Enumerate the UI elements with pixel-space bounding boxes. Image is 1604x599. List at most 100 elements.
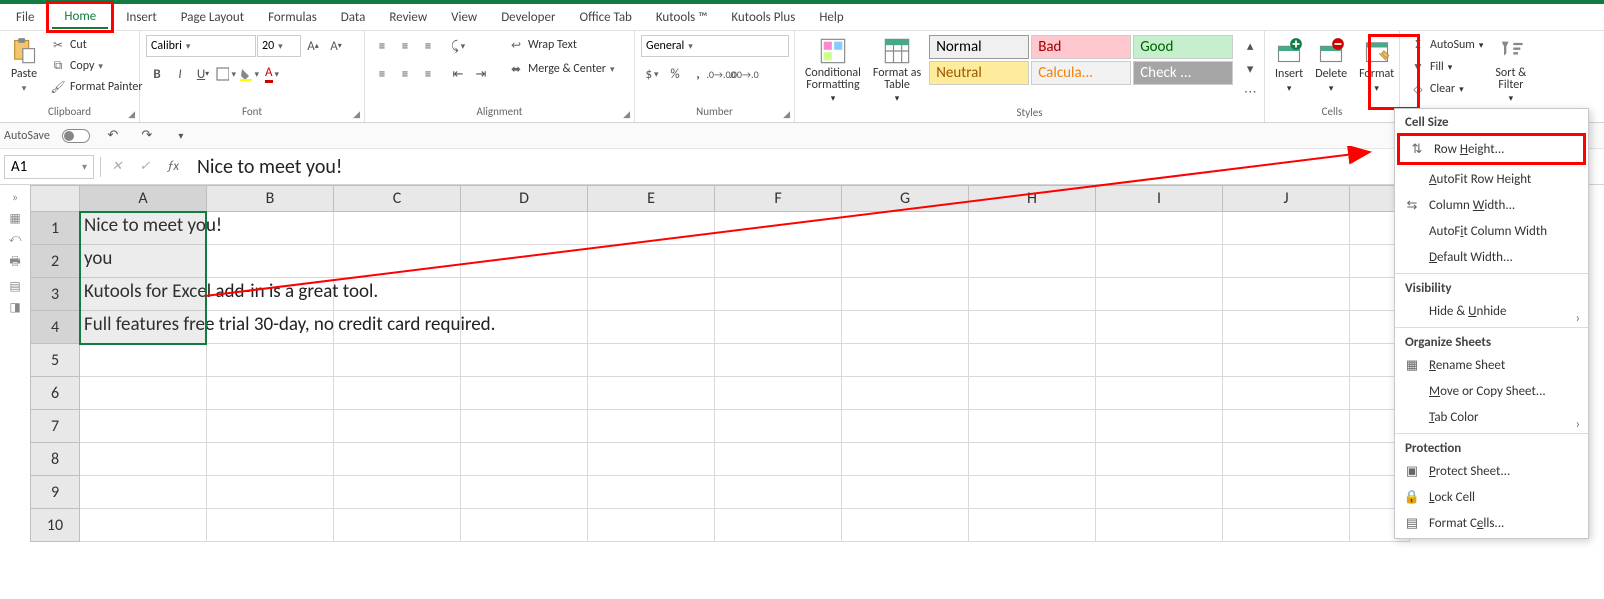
expand-icon[interactable]: » [12,191,18,205]
styles-more[interactable]: ⋯ [1239,81,1261,103]
insert-function-button[interactable]: ƒx [159,155,187,179]
conditional-formatting-button[interactable]: Conditional Formatting▾ [801,35,865,106]
fill-color-button[interactable] [238,63,260,85]
cell-c1[interactable] [334,212,461,245]
row-header-9[interactable]: 9 [30,476,80,509]
font-size-select[interactable]: 20▾ [257,35,301,57]
sort-filter-button[interactable]: Sort & Filter▾ [1491,35,1530,106]
row-header-5[interactable]: 5 [30,344,80,377]
col-header-a[interactable]: A [80,185,207,212]
formula-input[interactable]: Nice to meet you! [187,153,1604,181]
row-header-7[interactable]: 7 [30,410,80,443]
side-icon-5[interactable]: ◨ [9,300,20,315]
align-bottom-button[interactable]: ≡ [417,35,439,57]
format-as-table-button[interactable]: Format as Table▾ [869,35,925,106]
percent-button[interactable]: % [664,63,686,85]
font-name-select[interactable]: Calibri▾ [146,35,256,57]
style-neutral[interactable]: Neutral [929,61,1029,85]
select-all-corner[interactable] [30,185,80,212]
styles-scroll-up[interactable]: ▴ [1239,35,1261,57]
cancel-formula-button[interactable]: ✕ [103,155,131,179]
tab-file[interactable]: File [4,6,46,28]
undo-button[interactable]: ↶ [102,125,124,147]
menu-move-copy-sheet[interactable]: Move or Copy Sheet... [1395,378,1588,404]
cell-styles-gallery[interactable]: Normal Bad Good Neutral Calcula... Check… [929,35,1233,85]
align-top-button[interactable]: ≡ [371,35,393,57]
align-left-button[interactable]: ≡ [371,63,393,85]
side-icon-1[interactable]: ▦ [9,211,20,226]
wrap-text-button[interactable]: ↩Wrap Text [504,35,619,55]
copy-button[interactable]: ⧉Copy▾ [46,56,147,76]
decrease-font-button[interactable]: A▾ [325,35,347,57]
styles-scroll-down[interactable]: ▾ [1239,58,1261,80]
cell-i1[interactable] [1096,212,1223,245]
cell-a1[interactable]: Nice to meet you! [80,212,207,245]
bold-button[interactable]: B [146,63,168,85]
autosave-toggle[interactable] [62,129,90,143]
spreadsheet-grid[interactable]: A B C D E F G H I J 1 Nice to meet you! [30,185,1410,542]
enter-formula-button[interactable]: ✓ [131,155,159,179]
paste-button[interactable]: Paste ▾ [6,35,42,96]
menu-autofit-row-height[interactable]: AutoFit Row Height [1395,166,1588,192]
alignment-launcher[interactable]: ◢ [623,109,630,120]
font-launcher[interactable]: ◢ [353,109,360,120]
tab-office-tab[interactable]: Office Tab [567,6,643,28]
col-header-b[interactable]: B [207,185,334,212]
cell-e1[interactable] [588,212,715,245]
cut-button[interactable]: ✂Cut [46,35,147,55]
increase-font-button[interactable]: A▴ [302,35,324,57]
tab-data[interactable]: Data [329,6,378,28]
tab-review[interactable]: Review [377,6,439,28]
side-icon-3[interactable]: 🖶 [9,252,20,273]
decrease-indent-button[interactable]: ⇤ [447,63,469,85]
cell-g1[interactable] [842,212,969,245]
row-header-10[interactable]: 10 [30,509,80,542]
cell-f1[interactable] [715,212,842,245]
merge-center-button[interactable]: ⬌Merge & Center▾ [504,59,619,79]
cell-d1[interactable] [461,212,588,245]
col-header-g[interactable]: G [842,185,969,212]
redo-button[interactable]: ↷ [136,125,158,147]
side-icon-2[interactable]: ⤺ [9,232,22,246]
col-header-j[interactable]: J [1223,185,1350,212]
number-launcher[interactable]: ◢ [783,109,790,120]
format-painter-button[interactable]: 🖌Format Painter [46,77,147,97]
col-header-f[interactable]: F [715,185,842,212]
menu-protect-sheet[interactable]: ▣Protect Sheet... [1395,458,1588,484]
tab-home[interactable]: Home [52,5,108,29]
style-bad[interactable]: Bad [1031,35,1131,59]
cell-h1[interactable] [969,212,1096,245]
tab-kutools-plus[interactable]: Kutools Plus [719,6,807,28]
cell-b1[interactable] [207,212,334,245]
tab-view[interactable]: View [439,6,489,28]
menu-lock-cell[interactable]: 🔒Lock Cell [1395,484,1588,510]
style-check[interactable]: Check ... [1133,61,1233,85]
row-header-3[interactable]: 3 [30,278,80,311]
decrease-decimal-button[interactable]: .00→.0 [733,63,755,85]
menu-column-width[interactable]: ⇆Column Width... [1395,192,1588,218]
delete-cells-button[interactable]: Delete▾ [1311,35,1351,96]
style-normal[interactable]: Normal [929,35,1029,59]
menu-hide-unhide[interactable]: Hide & Unhide [1395,298,1588,324]
style-good[interactable]: Good [1133,35,1233,59]
row-header-1[interactable]: 1 [30,212,80,245]
cell-a2[interactable]: you [80,245,207,278]
col-header-c[interactable]: C [334,185,461,212]
align-middle-button[interactable]: ≡ [394,35,416,57]
italic-button[interactable]: I [169,63,191,85]
clipboard-launcher[interactable]: ◢ [128,109,135,120]
borders-button[interactable] [215,63,237,85]
qat-customize[interactable]: ▾ [170,125,192,147]
menu-autofit-column-width[interactable]: AutoFit Column Width [1395,218,1588,244]
number-format-select[interactable]: General▾ [641,35,789,57]
tab-formulas[interactable]: Formulas [256,6,329,28]
row-header-4[interactable]: 4 [30,311,80,344]
orientation-button[interactable]: ⤹ [447,35,469,57]
accounting-format-button[interactable]: $ [641,63,663,85]
increase-indent-button[interactable]: ⇥ [470,63,492,85]
tab-page-layout[interactable]: Page Layout [169,6,256,28]
insert-cells-button[interactable]: Insert▾ [1271,35,1307,96]
underline-button[interactable]: U▾ [192,63,214,85]
col-header-e[interactable]: E [588,185,715,212]
tab-help[interactable]: Help [807,6,855,28]
